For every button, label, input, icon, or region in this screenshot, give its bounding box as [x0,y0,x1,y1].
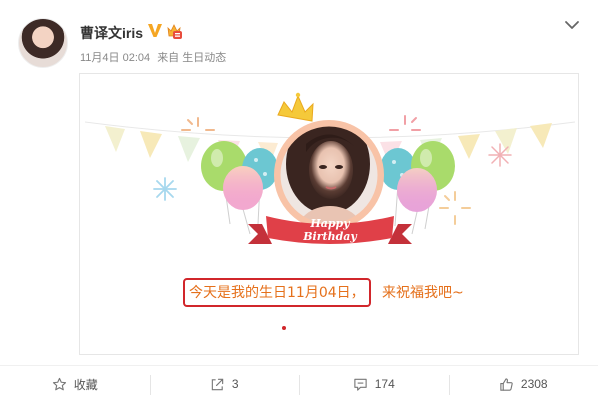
favorite-button[interactable]: 收藏 [0,366,150,402]
avatar[interactable] [18,18,68,68]
birthday-artwork [84,92,576,244]
greeting-highlight-text: 今天是我的生日11月04日， [189,285,365,301]
repost-count: 3 [231,377,239,391]
star-icon [52,377,66,390]
comment-button[interactable]: 174 [299,366,449,402]
like-count: 2308 [520,377,548,391]
like-button[interactable]: 2308 [448,366,598,402]
share-icon [211,378,224,390]
ribbon-label: Happy Birthday [303,217,357,243]
weibo-post: 曹译文iris 11月4日 02:04 来自 生日动态 Happy Birthd… [0,0,598,402]
thumbs-up-icon [500,377,513,391]
post-source[interactable]: 来自 生日动态 [157,52,226,64]
post-time[interactable]: 11月4日 02:04 [80,52,150,64]
username[interactable]: 曹译文iris [80,23,143,43]
favorite-label: 收藏 [73,377,98,392]
birthday-card[interactable]: Happy Birthday 今天是我的生日11月04日， 来祝福我吧~ [79,73,579,355]
chevron-down-icon[interactable] [563,16,581,34]
greeting-rest: 来祝福我吧~ [382,285,464,301]
carousel-dot[interactable] [282,326,286,330]
member-badge-icon[interactable] [165,22,183,40]
action-bar: 收藏 3 174 2308 [0,365,598,402]
comment-icon [354,378,367,391]
greeting-highlight: 今天是我的生日11月04日， [183,278,371,307]
comment-count: 174 [374,377,395,391]
verified-v-icon [148,24,162,37]
repost-button[interactable]: 3 [149,366,300,402]
post-meta: 11月4日 02:04 来自 生日动态 [80,49,230,65]
